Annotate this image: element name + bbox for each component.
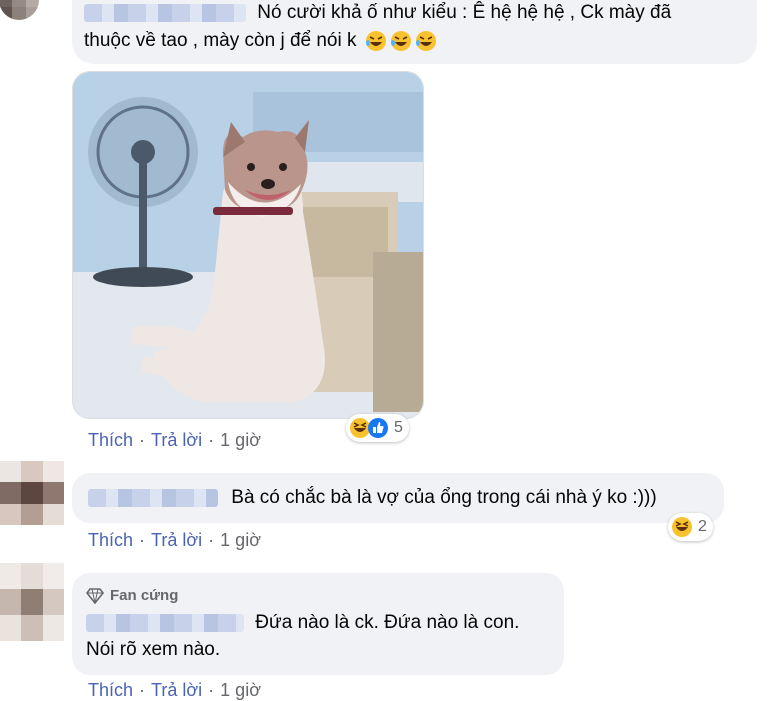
comment-text: Nói rõ xem nào. [86, 639, 221, 660]
reaction-count: 5 [394, 419, 403, 436]
comment-bubble: Bà có chắc bà là vợ của ổng trong cái nh… [72, 473, 724, 523]
like-link[interactable]: Thích [88, 680, 133, 700]
comment-actions: Thích · Trả lời · 1 giờ [88, 430, 261, 450]
commenter-name[interactable] [86, 613, 244, 632]
like-icon [368, 418, 388, 438]
comment-photo[interactable] [72, 71, 424, 419]
comment-text: Nó cười khả ố như kiểu : Ê hệ hệ hệ , Ck… [257, 2, 672, 23]
like-link[interactable]: Thích [88, 430, 133, 450]
reaction-summary[interactable]: 2 [668, 513, 713, 541]
like-link[interactable]: Thích [88, 530, 133, 550]
commenter-name[interactable] [88, 488, 218, 507]
avatar[interactable] [0, 0, 39, 20]
avatar[interactable] [0, 563, 64, 641]
comment-bubble: Fan cứng Đứa nào là ck. Đứa nào là con. … [72, 573, 564, 675]
diamond-icon [86, 588, 104, 604]
rofl-emoji-icon [390, 31, 411, 51]
top-fan-badge[interactable]: Fan cứng [86, 583, 178, 609]
haha-icon [672, 517, 692, 537]
reaction-count: 2 [698, 518, 707, 535]
comment-text: Đứa nào là ck. Đứa nào là con. [255, 612, 520, 633]
comment-text: thuộc về tao , mày còn j để nói k [84, 30, 357, 51]
commenter-name[interactable] [84, 3, 246, 22]
reply-link[interactable]: Trả lời [151, 430, 202, 450]
avatar[interactable] [0, 461, 64, 525]
comment-actions: Thích · Trả lời · 1 giờ [88, 680, 261, 700]
reaction-summary[interactable]: 5 [346, 414, 409, 442]
comment-timestamp[interactable]: 1 giờ [220, 430, 261, 450]
rofl-emoji-icon [415, 31, 436, 51]
badge-label: Fan cứng [110, 587, 179, 604]
reply-link[interactable]: Trả lời [151, 680, 202, 700]
reply-link[interactable]: Trả lời [151, 530, 202, 550]
comment-timestamp[interactable]: 1 giờ [220, 530, 261, 550]
rofl-emoji-icon [365, 31, 386, 51]
comment-timestamp[interactable]: 1 giờ [220, 680, 261, 700]
comment-bubble: Nó cười khả ố như kiểu : Ê hệ hệ hệ , Ck… [72, 0, 757, 64]
husky-photo-image [73, 72, 423, 418]
comment-actions: Thích · Trả lời · 1 giờ [88, 530, 261, 550]
comment-text: Bà có chắc bà là vợ của ổng trong cái nh… [231, 487, 657, 508]
